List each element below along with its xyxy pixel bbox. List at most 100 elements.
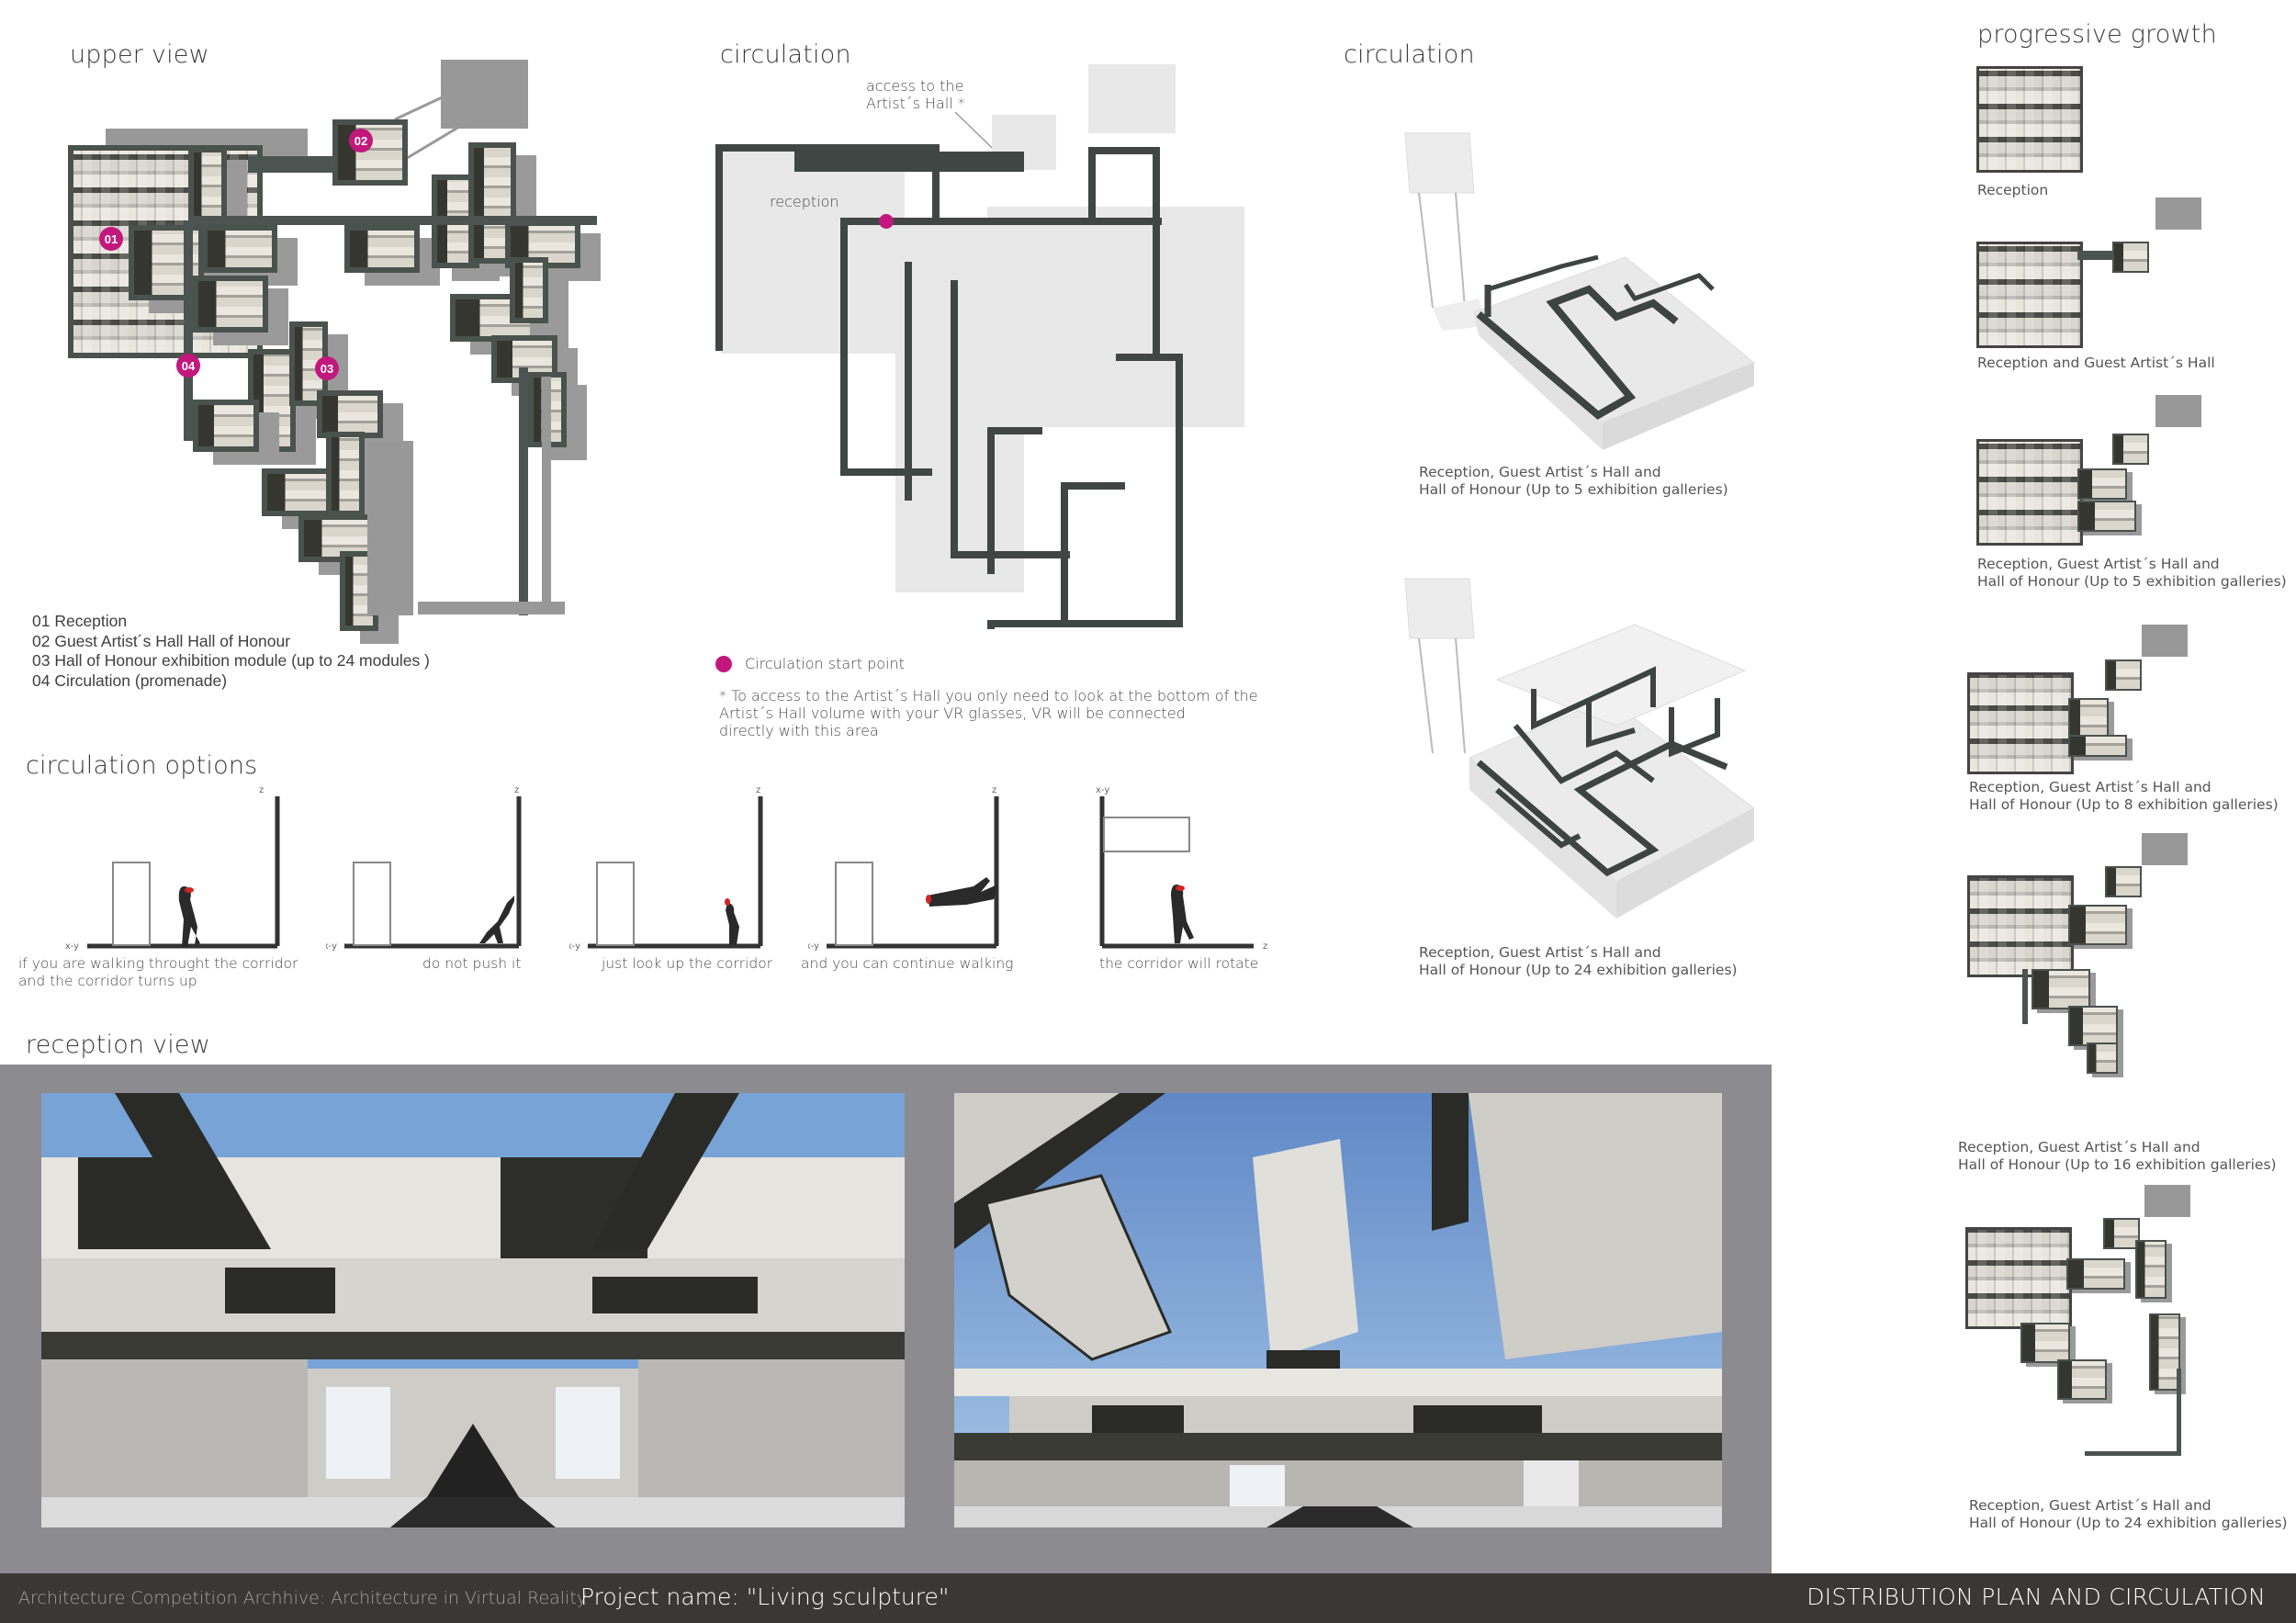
caption-line: if you are walking throught the corridor bbox=[18, 955, 298, 972]
artist-hall-volume bbox=[1088, 64, 1176, 133]
exhibition-module bbox=[2068, 1006, 2118, 1046]
option-diagram-walking: z x-y bbox=[65, 785, 280, 951]
caption-line: Reception, Guest Artist´s Hall and bbox=[1419, 944, 1661, 961]
svg-text:z: z bbox=[1263, 941, 1267, 951]
reception-thumbnail bbox=[1976, 439, 2083, 546]
sheet-title: DISTRIBUTION PLAN AND CIRCULATION bbox=[1806, 1584, 2266, 1610]
option-caption-5: the corridor will rotate bbox=[1099, 955, 1259, 972]
artist-hall-volume bbox=[2155, 395, 2201, 427]
circulation-options-title: circulation options bbox=[26, 751, 258, 780]
artist-hall-volume bbox=[2144, 1185, 2190, 1217]
iso-diagram-5-galleries bbox=[1404, 132, 1755, 450]
badge-exhibition-module: 03 bbox=[315, 356, 339, 380]
upper-view-plan: 01 02 03 04 bbox=[64, 55, 615, 631]
option-caption-3: just look up the corridor bbox=[602, 955, 773, 972]
upper-view-legend: 01 Reception 02 Guest Artist´s Hall Hall… bbox=[32, 612, 430, 691]
progressive-growth-title: progressive growth bbox=[1977, 20, 2217, 49]
exhibition-module bbox=[2077, 501, 2136, 532]
svg-text:x-y: x-y bbox=[65, 941, 79, 951]
module-ghost bbox=[987, 207, 1244, 427]
reception-label: reception bbox=[770, 193, 839, 210]
guest-artist-hall bbox=[2105, 659, 2142, 691]
circulation-path bbox=[932, 144, 940, 218]
exhibition-module bbox=[2149, 1313, 2180, 1391]
svg-text:z: z bbox=[514, 785, 519, 795]
exhibition-module bbox=[2068, 735, 2127, 757]
start-point-legend-dot bbox=[715, 656, 732, 672]
caption-line: Reception, Guest Artist´s Hall and bbox=[1969, 779, 2212, 795]
svg-text:x-y: x-y bbox=[569, 941, 580, 951]
exhibition-module bbox=[326, 432, 365, 516]
corridor bbox=[248, 156, 335, 173]
circulation-path bbox=[1061, 482, 1125, 490]
circulation-path bbox=[715, 144, 723, 351]
circulation-path bbox=[840, 218, 848, 475]
circulation-plan: reception bbox=[712, 60, 1263, 648]
reception-render-2 bbox=[954, 1093, 1722, 1527]
shadow bbox=[542, 377, 551, 611]
reception-view-title: reception view bbox=[26, 1031, 210, 1059]
shadow bbox=[367, 441, 413, 615]
growth-caption-6: Reception, Guest Artist´s Hall and Hall … bbox=[1969, 1497, 2288, 1532]
circulation-start-marker bbox=[879, 214, 894, 229]
circulation-path bbox=[987, 620, 1180, 627]
legend-item: 04 Circulation (promenade) bbox=[32, 671, 228, 690]
exhibition-module bbox=[188, 147, 227, 222]
corridor bbox=[2177, 1369, 2181, 1456]
caption-line: and the corridor turns up bbox=[18, 973, 197, 989]
exhibition-module bbox=[202, 225, 277, 273]
badge-circulation: 04 bbox=[176, 354, 200, 378]
corridor bbox=[184, 220, 193, 441]
exhibition-module bbox=[2066, 1258, 2125, 1290]
badge-reception: 01 bbox=[99, 227, 123, 251]
circulation-path bbox=[794, 152, 1024, 172]
artist-hall-volume bbox=[2155, 197, 2201, 230]
exhibition-module bbox=[2020, 1323, 2070, 1363]
caption-line: Reception, Guest Artist´s Hall and bbox=[1958, 1139, 2200, 1155]
circulation-path bbox=[951, 280, 958, 556]
guest-artist-hall bbox=[332, 119, 408, 186]
svg-text:x-y: x-y bbox=[808, 941, 819, 951]
footnote-line: * To access to the Artist´s Hall you onl… bbox=[719, 687, 1258, 704]
circulation-path bbox=[840, 468, 932, 476]
exhibition-module bbox=[193, 276, 268, 332]
guest-artist-hall bbox=[2103, 1218, 2140, 1249]
growth-caption-3: Reception, Guest Artist´s Hall and Hall … bbox=[1977, 556, 2287, 591]
caption-line: Reception, Guest Artist´s Hall and bbox=[1419, 464, 1661, 480]
growth-caption-2: Reception and Guest Artist´s Hall bbox=[1977, 355, 2215, 371]
circulation-path bbox=[987, 427, 1042, 434]
reception-render-1 bbox=[41, 1093, 905, 1527]
svg-text:z: z bbox=[756, 785, 760, 795]
circulation-path bbox=[1088, 147, 1157, 154]
growth-caption-4: Reception, Guest Artist´s Hall and Hall … bbox=[1969, 779, 2279, 814]
option-caption-2: do not push it bbox=[422, 955, 522, 972]
caption-line: Hall of Honour (Up to 8 exhibition galle… bbox=[1969, 796, 2279, 813]
reception-thumbnail bbox=[1965, 1227, 2072, 1329]
caption-line: Hall of Honour (Up to 24 exhibition gall… bbox=[1419, 962, 1738, 978]
iso-caption-2: Reception, Guest Artist´s Hall and Hall … bbox=[1419, 944, 1738, 979]
caption-line: Reception, Guest Artist´s Hall and bbox=[1977, 556, 2220, 572]
footnote-line: directly with this area bbox=[719, 722, 879, 739]
option-diagram-rotate: x-y z bbox=[1096, 785, 1267, 951]
growth-caption-1: Reception bbox=[1977, 182, 2049, 198]
caption-line: Hall of Honour (Up to 16 exhibition gall… bbox=[1958, 1156, 2277, 1173]
exhibition-module bbox=[2077, 468, 2127, 500]
svg-text:x-y: x-y bbox=[1096, 785, 1109, 795]
legend-item: 01 Reception bbox=[32, 612, 128, 630]
caption-line: Hall of Honour (Up to 5 exhibition galle… bbox=[1419, 481, 1728, 498]
option-diagram-continue: z x-y bbox=[808, 785, 999, 951]
circulation-path bbox=[905, 262, 912, 501]
exhibition-module bbox=[344, 225, 420, 273]
competition-label: Architecture Competition Archhive: Archi… bbox=[18, 1588, 588, 1608]
footnote-line: Artist´s Hall volume with your VR glasse… bbox=[719, 704, 1186, 722]
start-point-legend-label: Circulation start point bbox=[745, 655, 905, 672]
circulation-path bbox=[1116, 354, 1180, 361]
svg-text:x-y: x-y bbox=[326, 941, 337, 951]
svg-text:z: z bbox=[259, 785, 264, 795]
access-footnote: * To access to the Artist´s Hall you onl… bbox=[719, 687, 1258, 739]
guest-artist-hall bbox=[2112, 242, 2149, 273]
caption-line: Hall of Honour (Up to 24 exhibition gall… bbox=[1969, 1515, 2288, 1531]
caption-line: Hall of Honour (Up to 5 exhibition galle… bbox=[1977, 573, 2287, 590]
render-2-scene bbox=[954, 1093, 1722, 1527]
artist-hall-volume bbox=[2142, 625, 2188, 657]
